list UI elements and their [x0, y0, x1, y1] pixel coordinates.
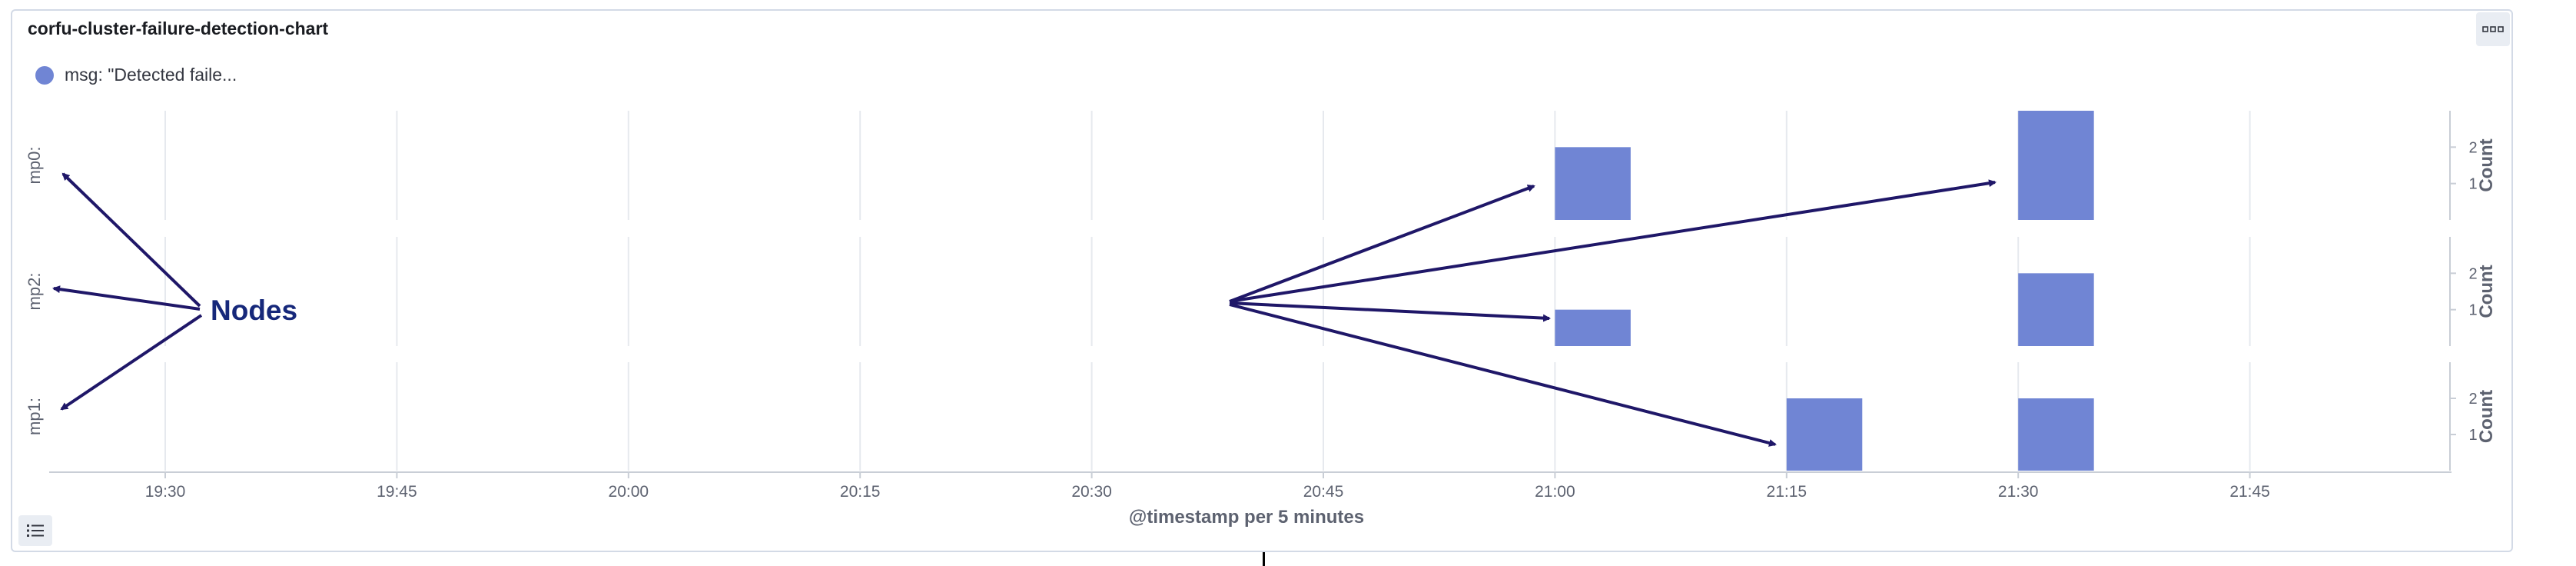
y-axis-title: Count	[2476, 138, 2497, 191]
x-tick-label: 21:00	[1535, 483, 1575, 501]
bar[interactable]	[2018, 398, 2094, 471]
bar[interactable]	[2018, 273, 2094, 346]
y-axis-title: Count	[2476, 265, 2497, 318]
annotation-label: Nodes	[211, 295, 297, 326]
x-tick-label: 20:30	[1071, 483, 1112, 501]
y-axis-title: Count	[2476, 390, 2497, 443]
annotation-arrow	[60, 314, 203, 411]
x-axis-title: @timestamp per 5 minutes	[1129, 507, 1364, 528]
x-tick-label: 20:45	[1303, 483, 1344, 501]
bar[interactable]	[1786, 398, 1863, 471]
x-tick-label: 20:15	[840, 483, 881, 501]
annotation-arrow	[1229, 303, 1777, 447]
bar[interactable]	[1555, 147, 1631, 220]
annotation-arrow	[1229, 185, 1535, 303]
x-tick-label: 19:30	[145, 483, 186, 501]
row-label: mp1:	[25, 398, 44, 435]
divider-mark	[1263, 552, 1265, 566]
chart-area: mp0:12Countmp2:12Countmp1:12Count19:30 19…	[25, 111, 2497, 528]
x-tick-label: 21:30	[1998, 483, 2039, 501]
x-tick-label: 21:15	[1767, 483, 1808, 501]
bar[interactable]	[1555, 309, 1631, 346]
bar[interactable]	[2018, 111, 2094, 220]
x-tick-label: 19:45	[377, 483, 417, 501]
annotation-arrow	[61, 172, 201, 308]
row-label: mp2:	[25, 273, 44, 311]
x-tick-label: 21:45	[2229, 483, 2270, 501]
x-tick-label: 20:00	[609, 483, 649, 501]
row-label: mp0:	[25, 147, 44, 185]
annotation-arrow	[52, 285, 201, 311]
